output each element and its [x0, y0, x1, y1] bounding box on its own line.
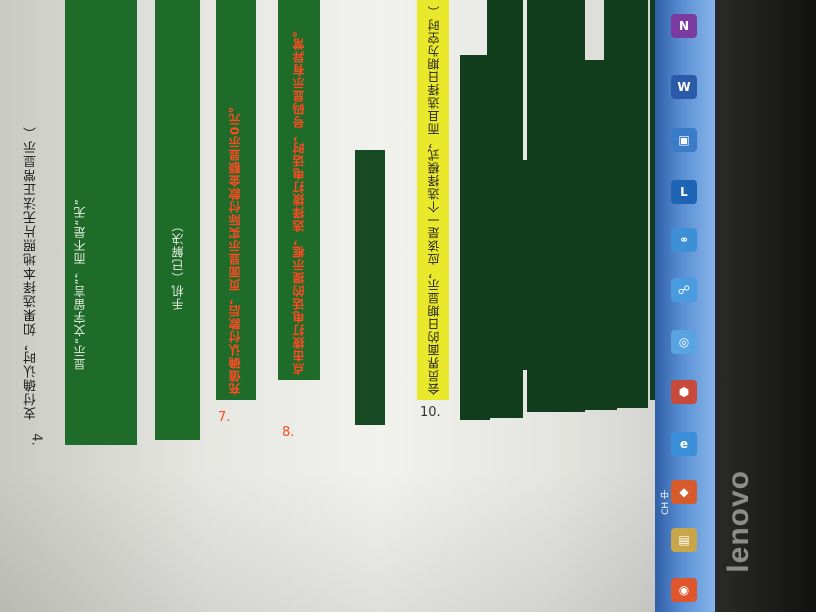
item-4-number: 4.	[28, 433, 44, 446]
item-10-number: 10.	[420, 405, 441, 420]
brand-logo: lenovo	[722, 470, 755, 573]
item-10-highlight: 会员界面的日期显示，应该是一个选择模式，而且选择日期为空时（	[417, 0, 449, 400]
item-7-highlight: 充值确认付款后，页面显示实际付款金额显示0元。	[216, 0, 256, 400]
item-4-text: 支付确认时，如果选择本地照片无法正常显示（	[24, 126, 39, 420]
start-icon[interactable]: ◉	[671, 578, 697, 602]
word-icon[interactable]: W	[671, 75, 697, 99]
language-indicator[interactable]: CH 中	[659, 490, 672, 515]
wifi-icon[interactable]: ◎	[671, 330, 697, 354]
item-5-highlight: 显示“文字留言”，而不是“无”	[65, 0, 137, 445]
item-10-text: 会员界面的日期显示，应该是一个选择模式，而且选择日期为空时（	[427, 5, 441, 395]
item-5-text: 显示“文字留言”，而不是“无”	[73, 198, 87, 370]
item-7-number: 7.	[218, 410, 231, 425]
item-7-text: 充值确认付款后，页面显示实际付款金额显示0元。	[228, 99, 242, 395]
antivirus-icon[interactable]: ⬢	[671, 380, 697, 404]
screenshot-icon[interactable]: ▣	[671, 128, 697, 152]
item-6-highlight: 手机（已解决）	[155, 0, 200, 440]
page-shadow	[0, 470, 690, 612]
document-window: 4. 支付确认时，如果选择本地照片无法正常显示（ 显示“文字留言”，而不是“无”…	[0, 0, 690, 612]
windows-icon[interactable]: ◆	[671, 480, 697, 504]
file-explorer-icon[interactable]: ▤	[671, 528, 697, 552]
taskbar: N W ▣ L ⚭ ☍ ◎ ⬢ e ◆ ▤ ◉ CH 中	[655, 0, 715, 612]
network-icon[interactable]: ☍	[671, 278, 697, 302]
ie-icon[interactable]: e	[671, 432, 697, 456]
highlight-block	[460, 55, 490, 420]
onenote-icon[interactable]: N	[671, 14, 697, 38]
lync-icon[interactable]: L	[671, 180, 697, 204]
highlight-block	[527, 0, 585, 412]
connection-icon[interactable]: ⚭	[671, 228, 697, 252]
highlight-block	[355, 150, 385, 425]
item-8-text: 点击拨打电话的提示框，选择拨打电话时，号码显示有异常。	[292, 24, 306, 375]
item-8-highlight: 点击拨打电话的提示框，选择拨打电话时，号码显示有异常。	[278, 0, 320, 380]
highlight-block	[604, 0, 648, 408]
item-8-number: 8.	[282, 425, 295, 440]
item-6-text: 手机（已解决）	[171, 219, 185, 310]
